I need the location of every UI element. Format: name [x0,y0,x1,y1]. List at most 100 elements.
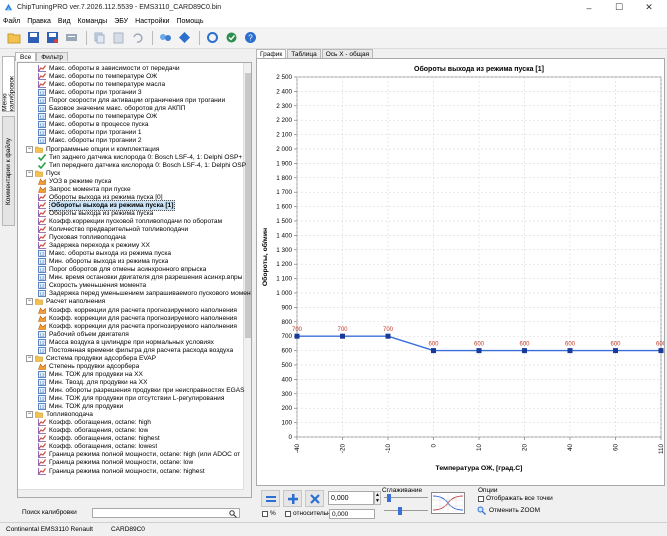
multiply-value-button[interactable] [305,490,324,507]
svg-text:12: 12 [39,332,45,337]
toolbar-separator [152,30,153,45]
tab-x-axis-common[interactable]: Ось X - общая [321,49,374,58]
x-tick-label: 0 [431,444,438,448]
save-as-icon[interactable] [44,30,60,46]
data-point[interactable] [340,333,345,339]
relative-value-input[interactable]: 0,000 [329,509,375,519]
expand-toggle[interactable]: − [26,169,33,177]
value-input[interactable]: 0,000 [328,491,374,505]
search-icon[interactable] [229,509,237,518]
percent-checkbox[interactable] [262,511,268,517]
curve-icon [38,427,46,435]
y-tick-label: 1 700 [276,189,292,196]
data-point[interactable] [658,348,664,354]
smoothing-label: Сглаживание [382,487,423,494]
tree-item[interactable]: Тип переднего датчика кислорода 0: Bosch… [37,161,246,170]
help-icon[interactable]: ? [242,30,258,46]
value-icon: 12 [38,274,46,282]
relative-checkbox[interactable] [285,511,291,517]
y-tick-label: 2 100 [276,132,292,139]
value-icon: 12 [38,403,46,411]
tree-vertical-scrollbar[interactable] [243,63,251,497]
curve-icon [38,419,46,427]
data-point[interactable] [431,348,436,354]
value-icon: 12 [38,97,46,105]
menu-settings[interactable]: Настройки [135,18,169,25]
add-value-button[interactable] [283,490,302,507]
edit-icon[interactable] [63,30,79,46]
data-label: 700 [292,327,303,333]
menu-help[interactable]: Помощь [176,18,203,25]
x-tick-label: 10 [476,444,483,452]
data-point[interactable] [567,348,573,354]
tab-file-comments[interactable]: Комментарии к файлу [2,116,15,226]
svg-text:12: 12 [39,389,45,394]
refresh-icon[interactable] [204,30,220,46]
y-tick-label: 1 200 [276,261,292,268]
menu-commands[interactable]: Команды [78,18,108,25]
expand-toggle[interactable]: − [26,354,33,362]
tab-all[interactable]: Все [15,52,37,61]
connect-icon[interactable] [157,30,173,46]
smoothing-slider-1[interactable] [384,494,428,502]
y-tick-label: 900 [281,304,292,311]
calibration-tree[interactable]: Макс. обороты в зависимости от передачи М… [17,62,252,498]
search-input[interactable] [92,507,240,518]
data-point[interactable] [294,333,300,339]
data-point[interactable] [385,333,391,339]
y-axis-label: Обороты, об/мин [261,228,269,286]
menu-file[interactable]: Файл [3,18,20,25]
y-tick-label: 300 [281,391,292,398]
data-point[interactable] [522,348,527,354]
chart-area[interactable]: 0 100 200 300 400 500 600 700 800 900 1 000 1 100 1 … [256,58,667,486]
svg-text:12: 12 [39,268,45,273]
tab-graph[interactable]: График [256,49,287,58]
tab-calibration-menu[interactable]: Меню калибровок [2,56,16,112]
y-tick-label: 1 100 [276,276,292,283]
save-icon[interactable] [25,30,41,46]
value-spinner[interactable]: ▲ ▼ [374,491,381,505]
tab-table[interactable]: Таблица [287,49,321,58]
undo-icon[interactable] [129,30,145,46]
curve-icon [38,81,46,88]
tree-horizontal-scrollbar[interactable] [18,489,244,497]
minimize-button[interactable]: – [574,0,604,15]
y-tick-label: 1 800 [276,175,292,182]
data-point[interactable] [613,348,618,354]
y-tick-label: 500 [281,362,292,369]
expand-toggle[interactable]: − [26,298,33,306]
cancel-zoom-button[interactable]: Отменить ZOOM [477,505,540,516]
y-tick-label: 800 [281,319,292,326]
maximize-button[interactable]: ☐ [604,0,634,15]
expand-toggle[interactable]: − [26,411,33,419]
tab-filter[interactable]: Фильтр [36,52,69,61]
tree-item[interactable]: Граница режима полной мощности, octane: … [38,467,205,476]
paste-icon[interactable] [110,30,126,46]
menu-view[interactable]: Вид [58,18,71,25]
svg-text:12: 12 [39,340,45,345]
window-title: ChipTuningPRO ver.7.2026.112.5539 - EMS3… [17,4,222,11]
diamond-icon[interactable] [176,30,192,46]
close-button[interactable]: ✕ [634,0,664,15]
data-point[interactable] [476,348,482,354]
graph-panel: График Таблица Ось X - общая 0 100 200 300 4… [256,49,667,520]
curve-icon [38,234,46,241]
value-icon: 12 [38,290,46,298]
open-folder-icon[interactable] [6,30,22,46]
calibration-chart[interactable]: 01002003004005006007008009001 0001 1001 … [257,59,667,485]
expand-toggle[interactable]: − [26,145,33,153]
menu-edit[interactable]: Правка [27,18,51,25]
smoothing-slider-2[interactable] [384,507,428,515]
smoothing-preview-icon[interactable] [431,492,465,514]
set-value-button[interactable] [261,490,280,507]
plus-icon [287,493,298,504]
copy-icon[interactable] [91,30,107,46]
menu-ecu[interactable]: ЭБУ [114,18,128,25]
folder-icon [35,411,43,418]
y-tick-label: 700 [281,333,292,340]
x-tick-label: -10 [385,444,392,454]
y-tick-label: 1 900 [276,160,292,167]
cancel-zoom-label: Отменить ZOOM [489,507,541,514]
show-all-points-checkbox[interactable] [478,496,484,502]
checksum-icon[interactable] [223,30,239,46]
